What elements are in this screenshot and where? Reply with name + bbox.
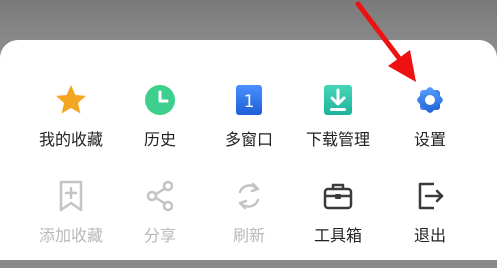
- menu-item-add-bookmark[interactable]: 添加收藏: [26, 178, 116, 268]
- menu-row-primary: 我的收藏 历史 1 多窗口 下载管理 设置: [0, 82, 497, 172]
- menu-item-label: 设置: [413, 130, 446, 149]
- add-bookmark-icon: [59, 180, 83, 212]
- menu-item-share[interactable]: 分享: [115, 178, 205, 268]
- menu-row-secondary: 添加收藏 分享 刷新 工具箱 退出: [0, 178, 497, 268]
- menu-item-downloads[interactable]: 下载管理: [293, 82, 383, 172]
- refresh-icon: [238, 182, 260, 210]
- menu-item-multi-window[interactable]: 1 多窗口: [204, 82, 294, 172]
- window-count-badge: 1: [244, 92, 255, 112]
- share-icon: [146, 180, 174, 212]
- menu-item-settings[interactable]: 设置: [385, 82, 475, 172]
- menu-item-label: 退出: [413, 226, 446, 245]
- menu-item-history[interactable]: 历史: [115, 82, 205, 172]
- menu-item-label: 历史: [143, 130, 176, 149]
- menu-item-label: 下载管理: [305, 130, 370, 149]
- menu-item-exit[interactable]: 退出: [385, 178, 475, 268]
- menu-item-label: 我的收藏: [38, 130, 103, 149]
- menu-item-label: 添加收藏: [38, 226, 103, 245]
- download-icon: [324, 85, 352, 115]
- clock-icon: [145, 85, 175, 115]
- window-count-icon: 1: [236, 85, 262, 115]
- exit-icon: [418, 182, 444, 210]
- menu-item-label: 刷新: [232, 226, 265, 245]
- menu-item-label: 工具箱: [313, 226, 362, 245]
- menu-item-favorites[interactable]: 我的收藏: [26, 82, 116, 172]
- menu-item-label: 多窗口: [224, 130, 273, 149]
- gear-icon: [417, 87, 443, 113]
- menu-item-label: 分享: [143, 226, 176, 245]
- menu-item-refresh[interactable]: 刷新: [204, 178, 294, 268]
- toolbox-icon: [323, 183, 353, 210]
- menu-item-toolbox[interactable]: 工具箱: [293, 178, 383, 268]
- bottom-menu-sheet: 我的收藏 历史 1 多窗口 下载管理 设置 添加收藏 分享 刷新 工具箱 退出: [0, 40, 497, 260]
- star-icon: [56, 85, 86, 114]
